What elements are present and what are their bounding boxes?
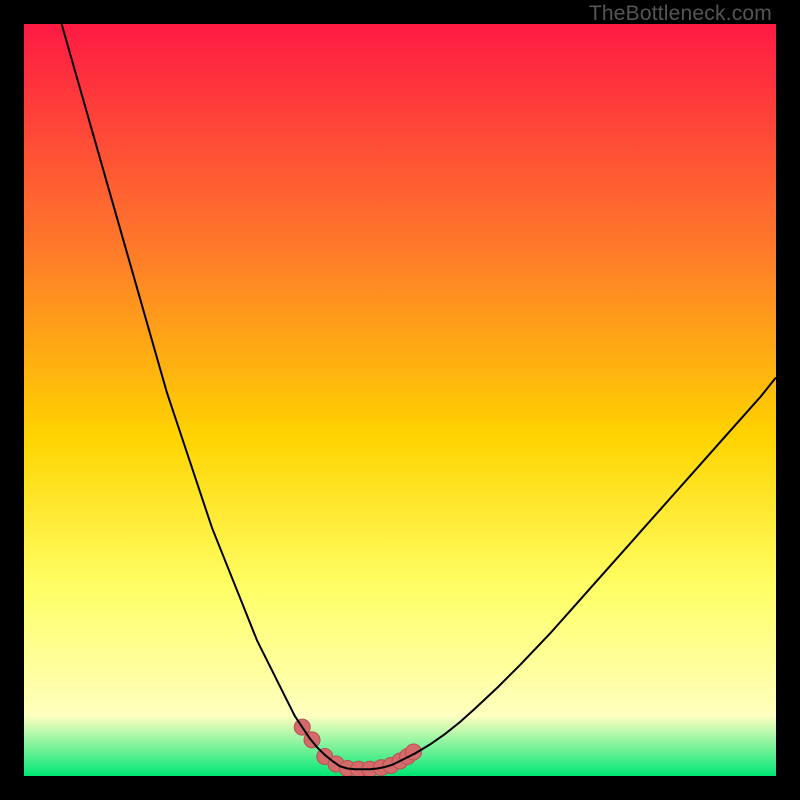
chart-svg xyxy=(24,24,776,776)
gradient-background xyxy=(24,24,776,776)
chart-frame xyxy=(24,24,776,776)
watermark-text: TheBottleneck.com xyxy=(589,2,772,26)
